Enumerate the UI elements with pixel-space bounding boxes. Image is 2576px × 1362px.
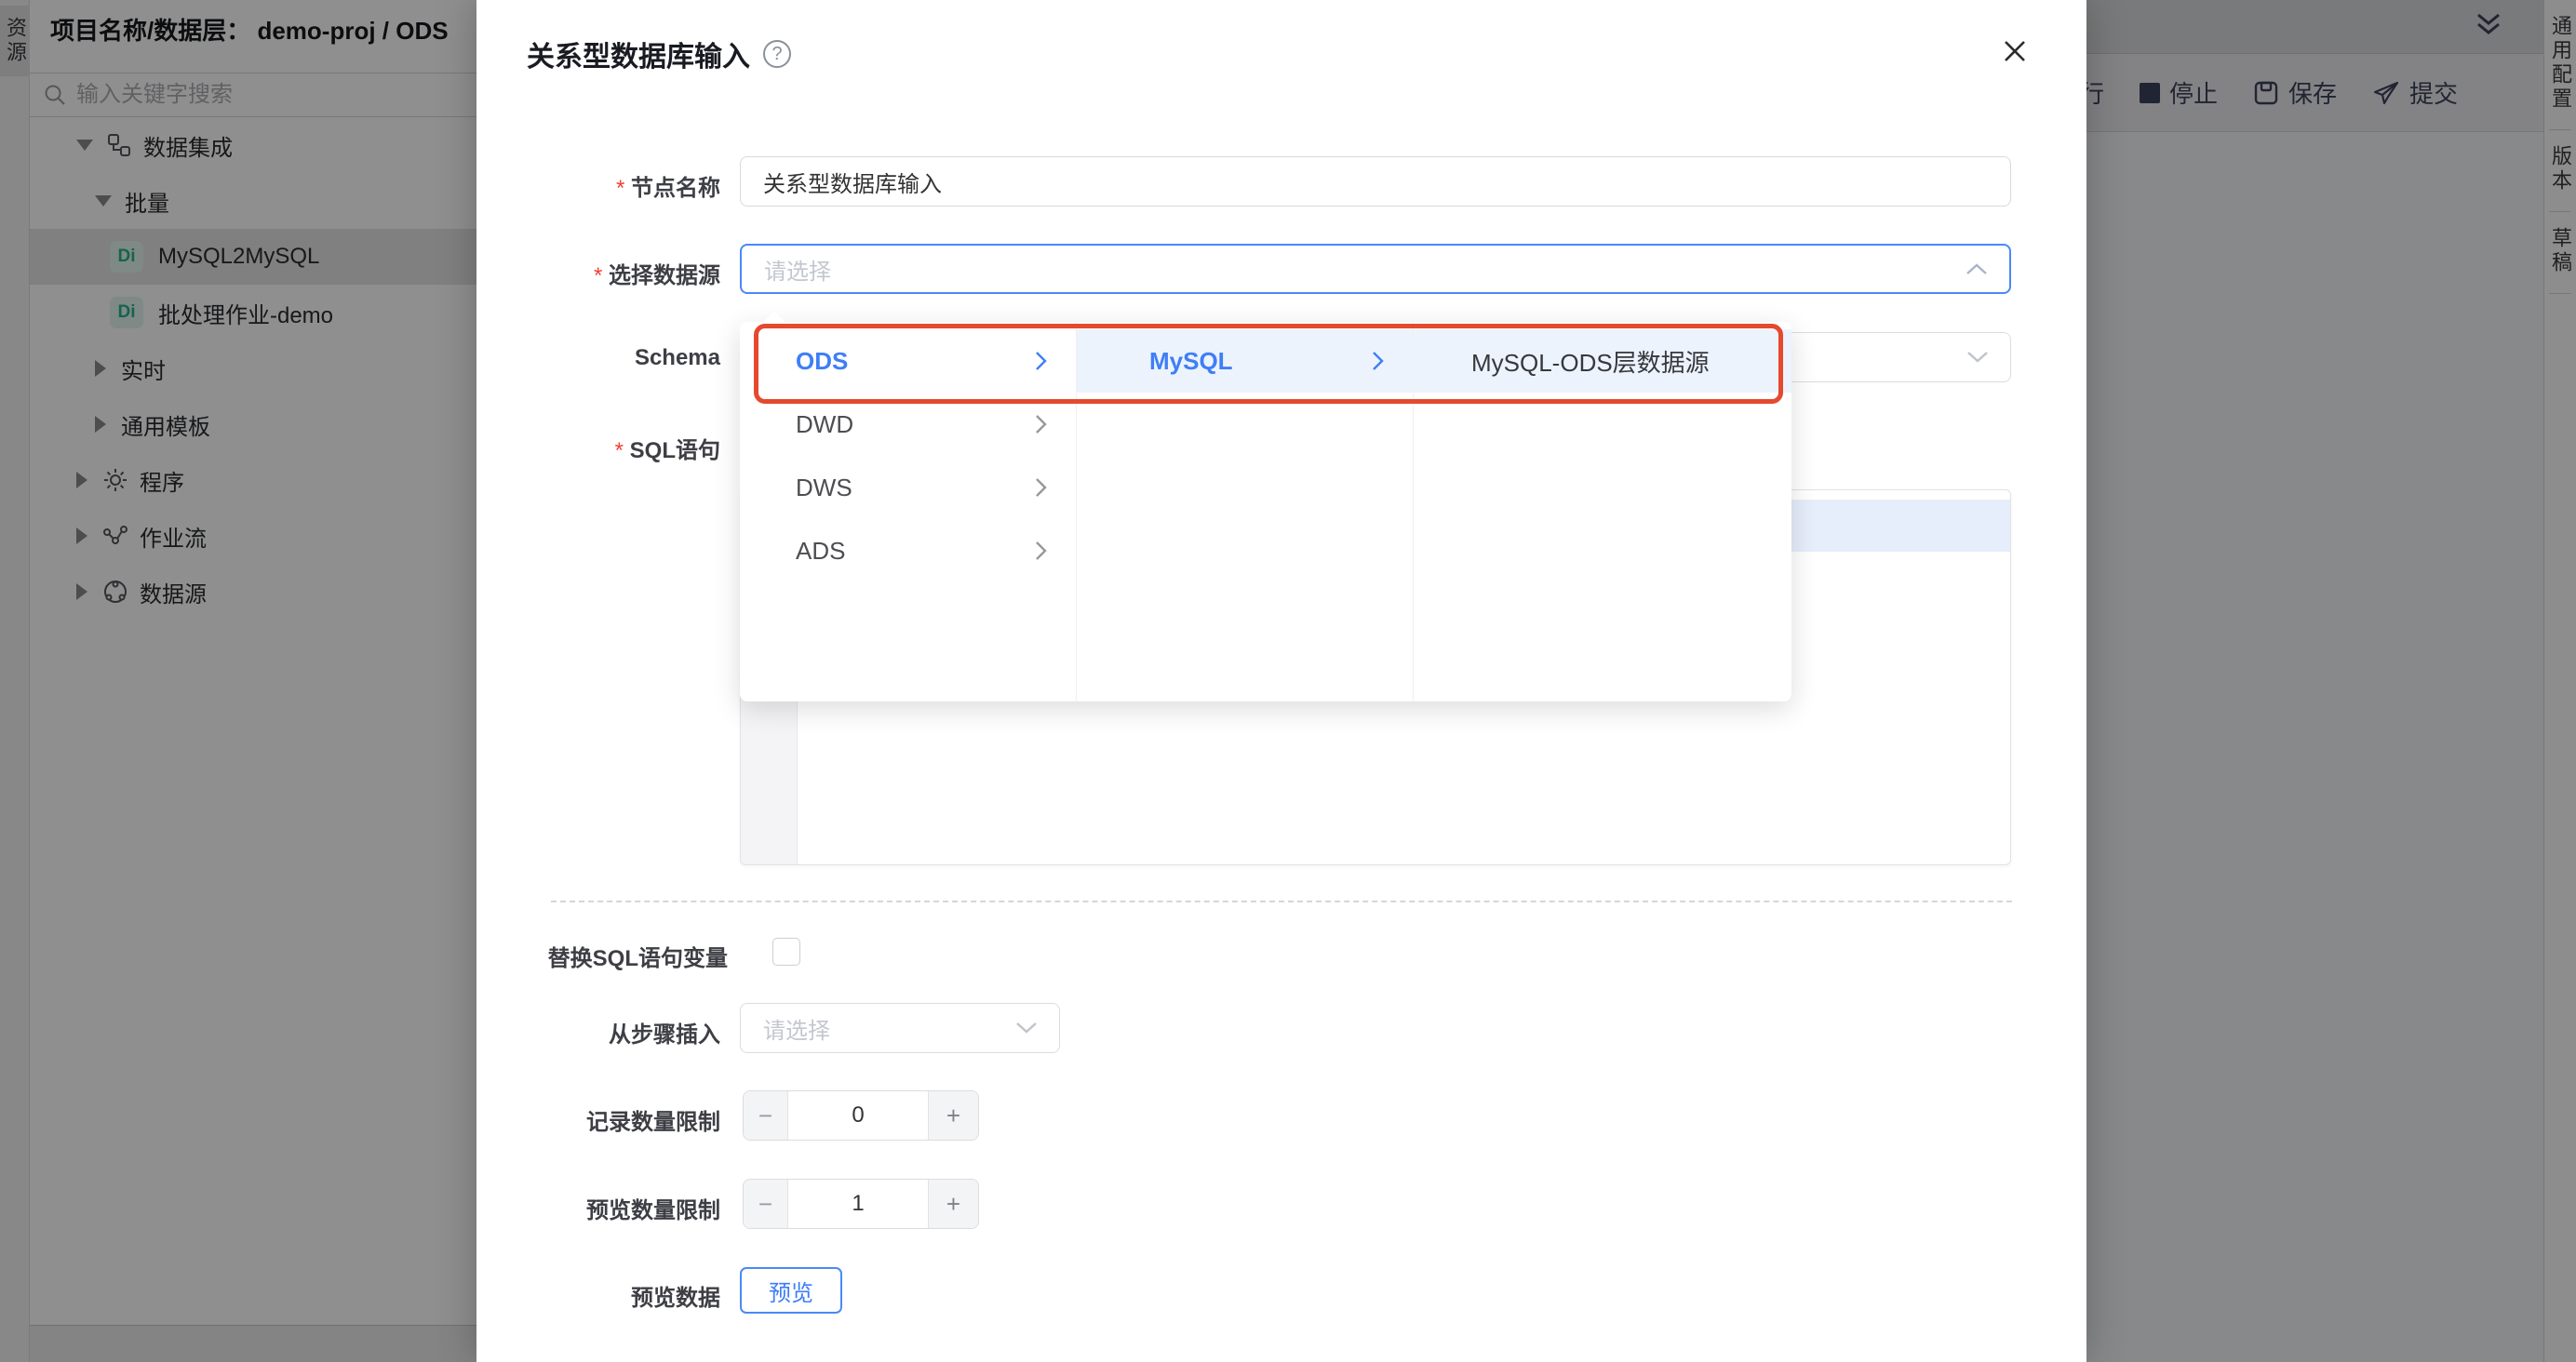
cascader-level2: MySQL (1077, 322, 1414, 701)
preview-limit-value[interactable]: 1 (788, 1180, 928, 1228)
preview-limit-stepper: − 1 + (743, 1179, 979, 1229)
record-limit-label: 记录数量限制 (476, 1103, 720, 1136)
sql-label: SQL语句 (476, 432, 720, 464)
plus-button[interactable]: + (928, 1180, 978, 1228)
chevron-right-icon (1371, 350, 1385, 372)
insert-step-placeholder: 请选择 (763, 1012, 830, 1045)
cascader-option-ads[interactable]: ADS (740, 519, 1076, 582)
cascader-option-mysql[interactable]: MySQL (1077, 329, 1413, 393)
datasource-select[interactable]: 请选择 (740, 244, 2011, 294)
replace-vars-label: 替换SQL语句变量 (476, 940, 728, 972)
cascader-option-mysql-ods-datasource[interactable]: MySQL-ODS层数据源 (1414, 329, 1791, 393)
datasource-cascader-dropdown: ODS DWD DWS ADS (740, 322, 1791, 701)
chevron-right-icon (1034, 540, 1048, 562)
chevron-up-icon (1965, 261, 1989, 276)
insert-step-label: 从步骤插入 (476, 1016, 720, 1048)
modal-title: 关系型数据库输入 (527, 33, 750, 74)
insert-step-select[interactable]: 请选择 (740, 1003, 1060, 1053)
preview-limit-label: 预览数量限制 (476, 1192, 720, 1224)
cascader-option-dwd[interactable]: DWD (740, 393, 1076, 456)
chevron-right-icon (1034, 350, 1048, 372)
cascader-option-dws[interactable]: DWS (740, 456, 1076, 519)
preview-button[interactable]: 预览 (740, 1267, 842, 1314)
chevron-down-icon (1966, 350, 1990, 365)
cascader-option-ods[interactable]: ODS (740, 329, 1076, 393)
chevron-down-icon (1014, 1021, 1039, 1035)
minus-button[interactable]: − (744, 1091, 788, 1140)
plus-button[interactable]: + (928, 1091, 978, 1140)
app-screen: 资源 项目名称/数据层： demo-proj / ODS 数据集成 批量 (0, 0, 2576, 1362)
node-name-label: 节点名称 (476, 169, 720, 202)
cascader-level1: ODS DWD DWS ADS (740, 322, 1077, 701)
datasource-label: 选择数据源 (476, 257, 720, 289)
schema-label: Schema (476, 345, 720, 371)
minus-button[interactable]: − (744, 1180, 788, 1228)
record-limit-stepper: − 0 + (743, 1090, 979, 1141)
datasource-placeholder: 请选择 (764, 253, 831, 286)
record-limit-value[interactable]: 0 (788, 1091, 928, 1140)
replace-vars-checkbox[interactable] (772, 938, 800, 966)
help-icon[interactable]: ? (763, 40, 791, 68)
close-icon[interactable] (1999, 35, 2031, 67)
chevron-right-icon (1034, 413, 1048, 435)
section-divider (551, 901, 2012, 902)
node-name-input[interactable] (740, 156, 2011, 207)
preview-data-label: 预览数据 (476, 1279, 720, 1312)
chevron-right-icon (1034, 476, 1048, 499)
cascader-level3: MySQL-ODS层数据源 (1414, 322, 1791, 701)
